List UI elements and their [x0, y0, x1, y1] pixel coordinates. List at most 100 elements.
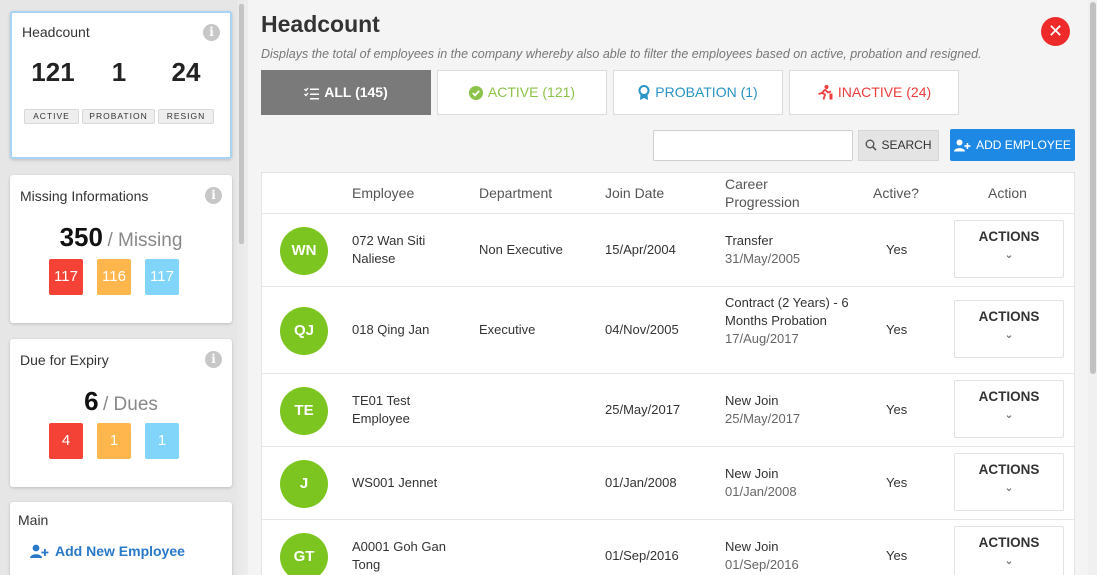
expiry-orange-count[interactable]: 1 — [97, 423, 131, 459]
active-status: Yes — [886, 242, 908, 257]
sidebar: Headcount i 121 1 24 ACTIVE PROBATION RE… — [0, 0, 244, 575]
table-row[interactable]: WN 072 Wan Siti Naliese Non Executive 15… — [262, 213, 1074, 286]
due-expiry-card[interactable]: Due for Expiry i 6 / Dues 4 1 1 — [10, 339, 232, 487]
user-plus-icon — [30, 544, 49, 558]
career-date: 25/May/2017 — [725, 411, 801, 426]
page-subtitle: Displays the total of employees in the c… — [261, 47, 982, 61]
avatar: TE — [280, 387, 328, 435]
headcount-numbers: 121 1 24 — [12, 57, 230, 91]
actions-label: ACTIONS — [978, 229, 1040, 244]
add-new-employee-link[interactable]: Add New Employee — [30, 543, 185, 559]
table-row[interactable]: J WS001 Jennet 01/Jan/2008 New Join 01/Ja… — [262, 446, 1074, 519]
career-progression: Transfer 31/May/2005 — [725, 232, 850, 268]
missing-red-count[interactable]: 117 — [49, 259, 83, 295]
expiry-blue-count[interactable]: 1 — [145, 423, 179, 459]
avatar: QJ — [280, 307, 328, 355]
department: Non Executive — [479, 242, 563, 257]
employee-name[interactable]: 072 Wan Siti Naliese — [352, 232, 462, 268]
career-progression: New Join 01/Jan/2008 — [725, 465, 850, 501]
search-input[interactable] — [653, 130, 853, 161]
exit-icon — [818, 85, 833, 100]
tab-all[interactable]: ALL (145) — [261, 70, 431, 115]
missing-label: / Missing — [107, 230, 183, 251]
column-header-join-date[interactable]: Join Date — [605, 173, 664, 213]
chevron-down-icon: ⌄ — [1004, 409, 1014, 421]
missing-total-row: 350 / Missing — [10, 222, 232, 253]
actions-label: ACTIONS — [978, 535, 1040, 550]
missing-info-card[interactable]: Missing Informations i 350 / Missing 117… — [10, 175, 232, 323]
employee-name[interactable]: 018 Qing Jan — [352, 321, 462, 339]
avatar: WN — [280, 227, 328, 275]
add-new-employee-label: Add New Employee — [55, 543, 185, 559]
info-icon[interactable]: i — [205, 187, 222, 204]
column-header-department[interactable]: Department — [479, 173, 552, 213]
headcount-resign-label: RESIGN — [158, 109, 214, 124]
career-progression: New Join 01/Sep/2016 — [725, 538, 850, 574]
chevron-down-icon: ⌄ — [1004, 482, 1014, 494]
tab-inactive-label: INACTIVE (24) — [837, 84, 932, 100]
actions-label: ACTIONS — [978, 389, 1040, 404]
employee-name[interactable]: A0001 Goh Gan Tong — [352, 538, 462, 574]
badge-icon — [638, 85, 650, 100]
actions-dropdown[interactable]: ACTIONS ⌄ — [954, 453, 1064, 511]
column-header-career-progression[interactable]: Career Progression — [725, 173, 815, 213]
career-type: Contract (2 Years) - 6 Months Probation — [725, 295, 849, 328]
join-date: 25/May/2017 — [605, 402, 681, 417]
list-check-icon — [304, 87, 320, 100]
column-header-employee[interactable]: Employee — [352, 173, 414, 213]
tab-all-label: ALL (145) — [324, 84, 388, 100]
chevron-down-icon: ⌄ — [1004, 249, 1014, 261]
career-date: 01/Sep/2016 — [725, 557, 799, 572]
table-row[interactable]: TE TE01 Test Employee 25/May/2017 New Jo… — [262, 373, 1074, 446]
career-type: New Join — [725, 466, 779, 481]
headcount-card-title: Headcount — [22, 24, 90, 40]
actions-dropdown[interactable]: ACTIONS ⌄ — [954, 220, 1064, 278]
active-status: Yes — [886, 475, 908, 490]
tab-active-label: ACTIVE (121) — [487, 84, 576, 100]
tab-probation-label: PROBATION (1) — [655, 84, 758, 100]
employee-table: Employee Department Join Date Career Pro… — [261, 172, 1075, 575]
expiry-label: / Dues — [103, 394, 158, 415]
main-scrollbar-thumb[interactable] — [1090, 2, 1096, 374]
actions-label: ACTIONS — [978, 309, 1040, 324]
career-type: New Join — [725, 393, 779, 408]
active-status: Yes — [886, 548, 908, 563]
headcount-active-label: ACTIVE — [24, 109, 79, 124]
tab-active[interactable]: ACTIVE (121) — [437, 70, 607, 115]
avatar: J — [280, 460, 328, 508]
join-date: 04/Nov/2005 — [605, 322, 679, 337]
career-date: 01/Jan/2008 — [725, 484, 797, 499]
search-button-label: SEARCH — [881, 138, 932, 152]
info-icon[interactable]: i — [205, 351, 222, 368]
table-row[interactable]: GT A0001 Goh Gan Tong 01/Sep/2016 New Jo… — [262, 519, 1074, 575]
expiry-red-count[interactable]: 4 — [49, 423, 83, 459]
page-title: Headcount — [261, 11, 380, 37]
career-type: New Join — [725, 539, 779, 554]
actions-dropdown[interactable]: ACTIONS ⌄ — [954, 300, 1064, 358]
table-row[interactable]: QJ 018 Qing Jan Executive 04/Nov/2005 Co… — [262, 286, 1074, 373]
add-employee-label: ADD EMPLOYEE — [976, 138, 1071, 152]
check-circle-icon — [468, 86, 483, 100]
close-icon[interactable]: ✕ — [1041, 17, 1070, 46]
tab-inactive[interactable]: INACTIVE (24) — [789, 70, 959, 115]
employee-name[interactable]: TE01 Test Employee — [352, 392, 462, 428]
info-icon[interactable]: i — [203, 24, 220, 41]
tab-probation[interactable]: PROBATION (1) — [613, 70, 783, 115]
column-header-active[interactable]: Active? — [873, 173, 919, 213]
sidebar-scrollbar-thumb[interactable] — [239, 4, 244, 244]
missing-blue-count[interactable]: 117 — [145, 259, 179, 295]
search-button[interactable]: SEARCH — [858, 130, 939, 161]
employee-name[interactable]: WS001 Jennet — [352, 474, 462, 492]
add-employee-button[interactable]: ADD EMPLOYEE — [950, 129, 1075, 161]
headcount-card[interactable]: Headcount i 121 1 24 ACTIVE PROBATION RE… — [10, 11, 232, 159]
active-status: Yes — [886, 402, 908, 417]
career-date: 17/Aug/2017 — [725, 331, 799, 346]
join-date: 01/Sep/2016 — [605, 548, 679, 563]
missing-total: 350 — [59, 222, 103, 252]
active-status: Yes — [886, 322, 908, 337]
actions-dropdown[interactable]: ACTIONS ⌄ — [954, 526, 1064, 575]
actions-dropdown[interactable]: ACTIONS ⌄ — [954, 380, 1064, 438]
department: Executive — [479, 322, 536, 337]
missing-orange-count[interactable]: 116 — [97, 259, 131, 295]
career-progression: Contract (2 Years) - 6 Months Probation 1… — [725, 294, 850, 348]
